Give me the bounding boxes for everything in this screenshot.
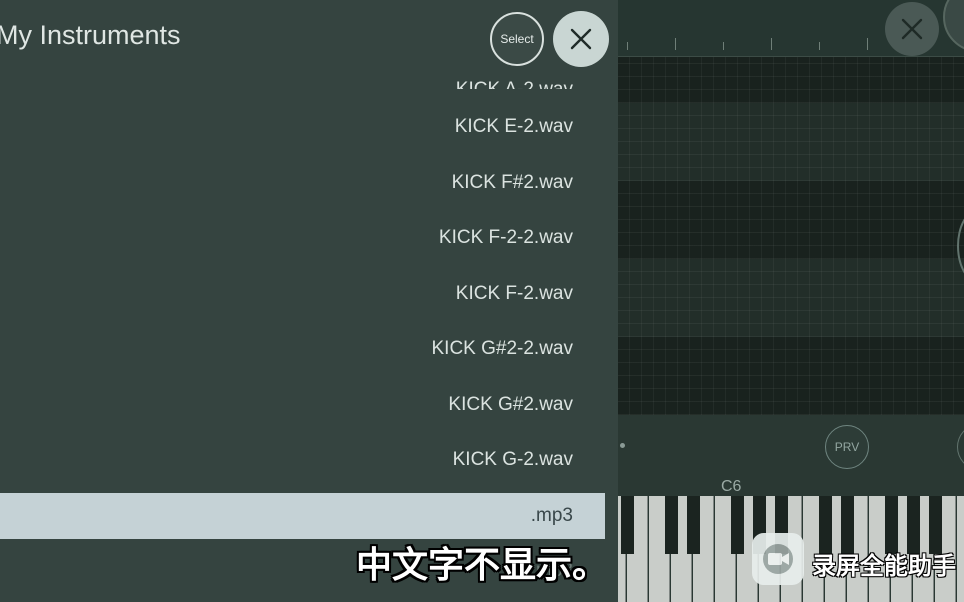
close-icon: [901, 18, 923, 40]
close-button[interactable]: [553, 11, 609, 67]
piano-black-key[interactable]: [665, 496, 678, 554]
video-camera-icon: [752, 533, 804, 585]
piano-roll-background: PRV C6: [605, 0, 964, 602]
file-item-selected[interactable]: .mp3: [0, 493, 605, 539]
prv-label: PRV: [834, 440, 860, 454]
prv-button[interactable]: PRV: [825, 425, 869, 469]
note-grid[interactable]: [605, 57, 964, 415]
octave-label: C6: [721, 478, 742, 495]
piano-white-key[interactable]: [957, 496, 964, 602]
file-item[interactable]: KICK F#2.wav: [0, 160, 605, 206]
file-list[interactable]: KICK A-2.wav KICK E-2.wav KICK F#2.wav K…: [0, 0, 605, 602]
file-item[interactable]: KICK G#2-2.wav: [0, 326, 605, 372]
browser-title: My Instruments: [0, 20, 181, 50]
file-item[interactable]: KICK F-2.wav: [0, 271, 605, 317]
piano-black-key[interactable]: [731, 496, 744, 554]
screen: PRV C6 KICK A-2.wav KICK E-2.wav KICK F#…: [0, 0, 964, 602]
indicator-dot: [620, 443, 625, 448]
file-item[interactable]: KICK E-2.wav: [0, 104, 605, 150]
piano-black-key[interactable]: [621, 496, 634, 554]
piano-black-key[interactable]: [687, 496, 700, 554]
select-label: Select: [500, 32, 534, 46]
video-subtitle: 中文字不显示。: [356, 544, 609, 586]
file-item[interactable]: KICK G#2.wav: [0, 382, 605, 428]
select-button[interactable]: Select: [490, 12, 544, 66]
daw-close-button[interactable]: [885, 2, 939, 56]
file-item[interactable]: KICK G-2.wav: [0, 437, 605, 483]
recorder-watermark: 录屏全能助手: [812, 553, 956, 580]
close-icon: [570, 28, 592, 50]
instrument-browser: KICK A-2.wav KICK E-2.wav KICK F#2.wav K…: [0, 0, 618, 602]
file-item[interactable]: KICK F-2-2.wav: [0, 215, 605, 261]
